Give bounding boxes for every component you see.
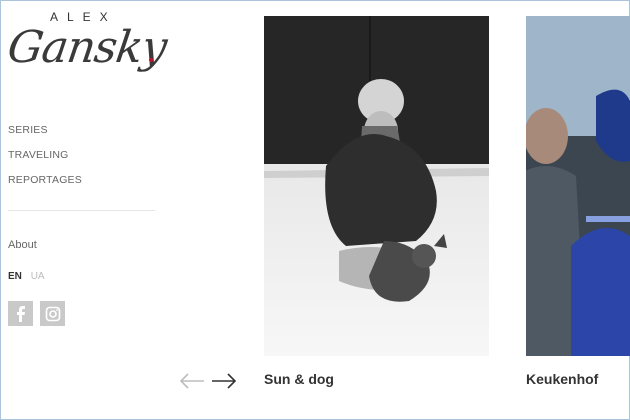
gallery-caption-2[interactable]: Keukenhof [526, 371, 598, 387]
social-links [8, 301, 65, 326]
gallery-caption-1[interactable]: Sun & dog [264, 371, 334, 387]
prev-arrow-icon[interactable] [179, 372, 205, 390]
gallery-photo-keukenhof[interactable] [526, 16, 630, 356]
logo-script-text: Gansky [4, 22, 170, 73]
logo-dot [149, 58, 153, 62]
nav-item-series[interactable]: SERIES [8, 118, 82, 143]
facebook-icon[interactable] [8, 301, 33, 326]
language-switcher: EN UA [8, 271, 51, 282]
lang-ua[interactable]: UA [31, 271, 45, 282]
nav-item-reportages[interactable]: REPORTAGES [8, 168, 82, 193]
next-arrow-icon[interactable] [211, 372, 237, 390]
gallery-photo-sun-and-dog[interactable] [264, 16, 489, 356]
nav-item-traveling[interactable]: TRAVELING [8, 143, 82, 168]
instagram-icon[interactable] [40, 301, 65, 326]
main-nav: SERIES TRAVELING REPORTAGES [8, 118, 82, 193]
sidebar-divider [8, 210, 155, 211]
lang-en[interactable]: EN [8, 271, 22, 282]
about-link[interactable]: About [8, 239, 37, 251]
